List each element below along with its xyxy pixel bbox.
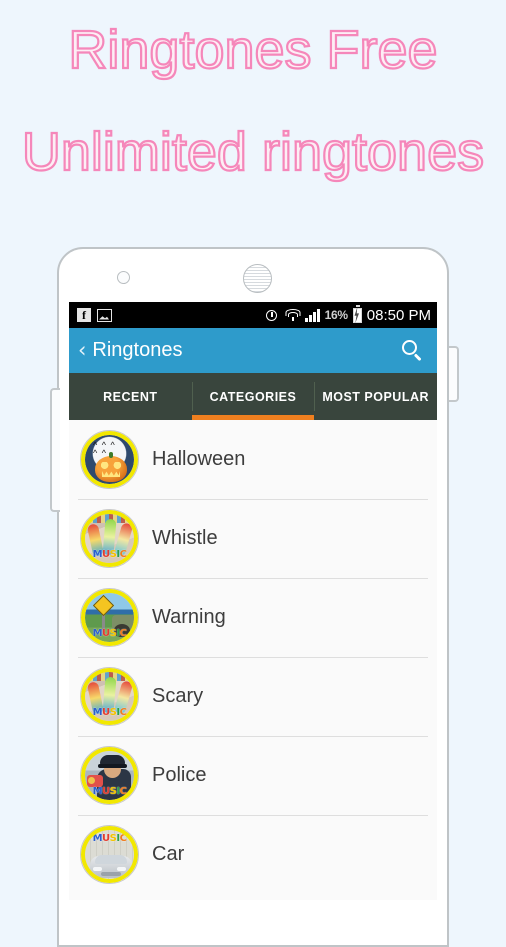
category-label: Car <box>152 843 185 865</box>
tab-categories[interactable]: CATEGORIES <box>191 373 315 420</box>
alarm-icon <box>265 308 280 323</box>
status-bar-clock: 08:50 PM <box>366 306 431 324</box>
facebook-icon: f <box>77 308 91 322</box>
status-bar-right: 16% 08:50 PM <box>265 305 431 324</box>
category-label: Warning <box>152 606 226 628</box>
category-label: Halloween <box>152 448 246 470</box>
volume-button[interactable] <box>50 388 60 512</box>
app-bar-title: Ringtones <box>92 339 183 361</box>
back-chevron-icon[interactable]: ‹ <box>78 340 86 361</box>
tab-most-popular[interactable]: MOST POPULAR <box>314 373 437 420</box>
category-thumbnail: MUSIC <box>80 667 139 726</box>
list-item[interactable]: MUSIC Whistle <box>69 499 437 578</box>
category-list[interactable]: ^ ^ ^ ^ ^ Halloween MUSIC Whistle MUSIC Warnin… <box>69 420 437 894</box>
battery-icon <box>352 305 362 323</box>
tab-categories-label: CATEGORIES <box>209 389 297 404</box>
list-item[interactable]: MUSIC Warning <box>69 578 437 657</box>
status-bar: f 16% 08:50 PM <box>69 302 437 328</box>
tab-bar: RECENT CATEGORIES MOST POPULAR <box>69 373 437 420</box>
category-thumbnail: MUSIC <box>80 588 139 647</box>
phone-screen: f 16% 08:50 PM ‹ Ringtones RECENT CATEGO… <box>69 302 437 900</box>
thumbnail-ring <box>81 431 138 488</box>
thumbnail-ring <box>81 747 138 804</box>
category-thumbnail: ^ ^ ^ ^ ^ <box>80 430 139 489</box>
category-thumbnail: MUSIC <box>80 509 139 568</box>
promo-line-1: Ringtones Free <box>67 20 438 80</box>
power-button[interactable] <box>449 346 459 402</box>
category-thumbnail: MUSIC <box>80 746 139 805</box>
promo-headline: Ringtones Free Unlimited ringtones <box>0 0 506 230</box>
wifi-icon <box>285 308 301 322</box>
tab-recent-label: RECENT <box>103 389 158 404</box>
category-label: Scary <box>152 685 204 707</box>
list-item[interactable]: MUSIC Scary <box>69 657 437 736</box>
front-camera-icon <box>117 271 130 284</box>
tab-most-popular-label: MOST POPULAR <box>322 389 430 404</box>
signal-icon <box>305 308 320 322</box>
category-label: Whistle <box>152 527 218 549</box>
thumbnail-ring <box>81 510 138 567</box>
category-label: Police <box>152 764 207 786</box>
list-item[interactable]: MUSIC Car <box>69 815 437 894</box>
image-icon <box>97 308 112 322</box>
category-thumbnail: MUSIC <box>80 825 139 884</box>
thumbnail-ring <box>81 826 138 883</box>
thumbnail-ring <box>81 668 138 725</box>
status-bar-left: f <box>77 308 112 322</box>
thumbnail-ring <box>81 589 138 646</box>
search-icon[interactable] <box>402 339 424 362</box>
list-item[interactable]: MUSIC Police <box>69 736 437 815</box>
list-item[interactable]: ^ ^ ^ ^ ^ Halloween <box>69 420 437 499</box>
promo-line-2: Unlimited ringtones <box>21 122 485 183</box>
tab-recent[interactable]: RECENT <box>69 373 192 420</box>
battery-percent-label: 16% <box>324 308 348 322</box>
earpiece-speaker-icon <box>243 264 272 293</box>
app-bar: ‹ Ringtones <box>69 328 437 373</box>
